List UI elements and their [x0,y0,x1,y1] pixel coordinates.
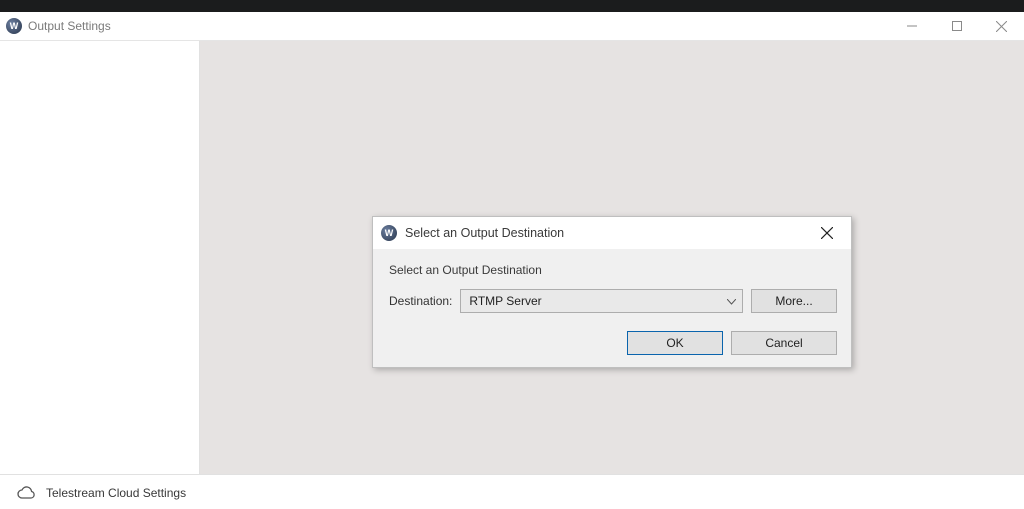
app-logo-icon: W [381,225,397,241]
app-logo-icon: W [6,18,22,34]
modal-overlay: W Select an Output Destination Select an… [200,41,1024,474]
destination-label: Destination: [389,294,452,308]
destination-dropdown[interactable]: RTMP Server [460,289,743,313]
outputs-sidebar [0,41,200,474]
ok-button[interactable]: OK [627,331,723,355]
more-button[interactable]: More... [751,289,837,313]
window-titlebar: W Output Settings [0,12,1024,41]
cancel-button-label: Cancel [765,336,802,350]
window-title: Output Settings [28,19,111,33]
dialog-instruction: Select an Output Destination [389,263,837,277]
destination-selected: RTMP Server [469,294,541,308]
footer-bar: Telestream Cloud Settings [0,474,1024,509]
dialog-close-button[interactable] [811,221,843,245]
output-destination-dialog: W Select an Output Destination Select an… [372,216,852,368]
cancel-button[interactable]: Cancel [731,331,837,355]
dialog-titlebar: W Select an Output Destination [373,217,851,249]
window-controls [889,12,1024,40]
window-maximize-button[interactable] [934,12,979,40]
chevron-down-icon [727,294,736,308]
app-top-strip [0,0,1024,12]
dialog-title: Select an Output Destination [405,226,564,240]
cloud-settings-link[interactable]: Telestream Cloud Settings [46,486,186,500]
window-close-button[interactable] [979,12,1024,40]
content-area: W Select an Output Destination Select an… [200,41,1024,474]
more-button-label: More... [775,294,812,308]
window-minimize-button[interactable] [889,12,934,40]
ok-button-label: OK [666,336,683,350]
cloud-icon [16,486,36,500]
